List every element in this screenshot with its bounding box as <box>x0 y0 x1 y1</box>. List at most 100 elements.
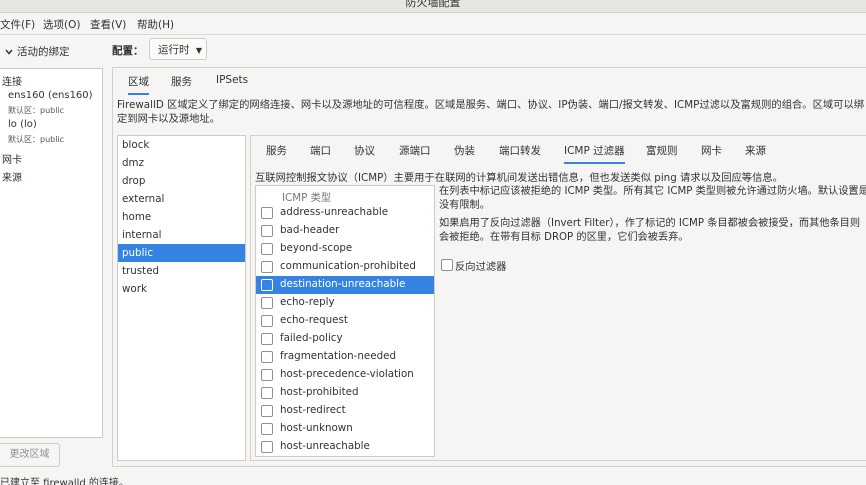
icmp-column-header[interactable]: ICMP 类型 <box>256 186 434 204</box>
icmp-checkbox[interactable] <box>261 351 273 363</box>
zone-detail-panel: 服务 端口 协议 源端口 伪装 端口转发 ICMP 过滤器 富规则 网卡 来源 … <box>250 135 866 461</box>
active-bindings-header[interactable]: 活动的绑定 <box>5 44 70 59</box>
binding-zone-ens160: 默认区：public <box>8 106 65 115</box>
zone-item-internal[interactable]: internal <box>118 226 245 244</box>
icmp-row-host-unreachable[interactable]: host-unreachable <box>256 438 434 456</box>
configuration-dropdown[interactable]: 运行时 ▼ <box>149 38 207 60</box>
zone-item-block[interactable]: block <box>118 136 245 154</box>
change-zone-button[interactable]: 更改区域 <box>0 443 60 467</box>
tab-zone-masquerade[interactable]: 伪装 <box>454 143 475 162</box>
tab-zone-port-forwarding[interactable]: 端口转发 <box>499 143 541 162</box>
icmp-column-header-label: ICMP 类型 <box>282 192 332 204</box>
icmp-help-paragraph-1: 在列表中标记应该被拒绝的 ICMP 类型。所有其它 ICMP 类型则被允许通过防… <box>439 186 866 211</box>
icmp-row-host-redirect[interactable]: host-redirect <box>256 402 434 420</box>
active-bindings-panel: 活动的绑定 连接 ens160 (ens160) 默认区：public lo (… <box>0 36 107 441</box>
icmp-row-fragmentation-needed[interactable]: fragmentation-needed <box>256 348 434 366</box>
binding-connection-lo[interactable]: lo (lo) <box>8 119 37 130</box>
icmp-row-host-prohibited[interactable]: host-prohibited <box>256 384 434 402</box>
icmp-type-label: fragmentation-needed <box>280 350 396 362</box>
tab-zone-icmp-filter[interactable]: ICMP 过滤器 <box>564 143 625 164</box>
chevron-down-icon <box>5 49 13 55</box>
zone-item-public[interactable]: public <box>118 244 245 262</box>
zone-description: FirewallD 区域定义了绑定的网络连接、网卡以及源地址的可信程度。区域是服… <box>117 99 865 125</box>
main-panel: 区域 服务 IPSets FirewallD 区域定义了绑定的网络连接、网卡以及… <box>112 67 866 467</box>
tab-zone-source-ports[interactable]: 源端口 <box>399 143 431 162</box>
icmp-type-list: ICMP 类型 address-unreachable bad-header b… <box>255 185 435 457</box>
binding-zone-lo: 默认区：public <box>8 135 65 144</box>
tab-zones[interactable]: 区域 <box>128 74 149 95</box>
icmp-row-destination-unreachable[interactable]: destination-unreachable <box>256 276 434 294</box>
icmp-checkbox[interactable] <box>261 243 273 255</box>
icmp-checkbox[interactable] <box>261 297 273 309</box>
icmp-type-label: failed-policy <box>280 332 343 344</box>
binding-connection-ens160[interactable]: ens160 (ens160) <box>8 90 93 101</box>
dropdown-arrow-icon: ▼ <box>195 46 202 55</box>
active-bindings-title: 活动的绑定 <box>17 46 70 58</box>
icmp-row-address-unreachable[interactable]: address-unreachable <box>256 204 434 222</box>
icmp-type-label: host-precedence-violation <box>280 368 414 380</box>
tab-zone-interfaces[interactable]: 网卡 <box>701 143 722 162</box>
icmp-help-text: 在列表中标记应该被拒绝的 ICMP 类型。所有其它 ICMP 类型则被允许通过防… <box>439 185 866 245</box>
icmp-checkbox[interactable] <box>261 333 273 345</box>
bindings-list: 连接 ens160 (ens160) 默认区：public lo (lo) 默认… <box>0 68 103 438</box>
icmp-type-label: echo-request <box>280 314 348 326</box>
icmp-type-label: communication-prohibited <box>280 260 416 272</box>
menu-help[interactable]: 帮助(H) <box>137 17 174 32</box>
icmp-type-label: echo-reply <box>280 296 335 308</box>
icmp-checkbox[interactable] <box>261 315 273 327</box>
icmp-checkbox[interactable] <box>261 423 273 435</box>
icmp-checkbox[interactable] <box>261 279 273 291</box>
zone-item-home[interactable]: home <box>118 208 245 226</box>
title-bar: 防火墙配置 <box>0 0 866 13</box>
menu-view[interactable]: 查看(V) <box>90 17 126 32</box>
tab-zone-sources[interactable]: 来源 <box>745 143 766 162</box>
icmp-type-label: bad-header <box>280 224 340 236</box>
invert-filter-label: 反向过滤器 <box>455 261 507 273</box>
connections-label: 连接 <box>2 77 22 88</box>
icmp-row-host-unknown[interactable]: host-unknown <box>256 420 434 438</box>
icmp-type-label: destination-unreachable <box>280 278 406 290</box>
icmp-type-label: host-prohibited <box>280 386 359 398</box>
zone-list: block dmz drop external home internal pu… <box>117 135 246 461</box>
icmp-row-echo-reply[interactable]: echo-reply <box>256 294 434 312</box>
icmp-row-bad-header[interactable]: bad-header <box>256 222 434 240</box>
icmp-help-paragraph-2: 如果启用了反向过滤器（Invert Filter），作了标记的 ICMP 条目都… <box>439 218 861 243</box>
zone-item-work[interactable]: work <box>118 280 245 298</box>
icmp-checkbox[interactable] <box>261 405 273 417</box>
menu-options[interactable]: 选项(O) <box>43 17 80 32</box>
sources-label: 来源 <box>2 173 22 184</box>
tab-services[interactable]: 服务 <box>171 74 192 93</box>
configuration-value: 运行时 <box>158 44 190 56</box>
interfaces-label: 网卡 <box>2 155 22 166</box>
tab-zone-protocols[interactable]: 协议 <box>354 143 375 162</box>
icmp-checkbox[interactable] <box>261 369 273 381</box>
zone-item-drop[interactable]: drop <box>118 172 245 190</box>
icmp-type-label: beyond-scope <box>280 242 353 254</box>
zone-item-trusted[interactable]: trusted <box>118 262 245 280</box>
icmp-type-label: address-unreachable <box>280 206 389 218</box>
tab-zone-ports[interactable]: 端口 <box>310 143 331 162</box>
icmp-type-label: host-unknown <box>280 422 353 434</box>
icmp-checkbox[interactable] <box>261 225 273 237</box>
icmp-checkbox[interactable] <box>261 387 273 399</box>
invert-filter-checkbox[interactable] <box>441 259 453 271</box>
status-bar: 已建立至 firewalld 的连接。 <box>0 478 129 485</box>
icmp-row-failed-policy[interactable]: failed-policy <box>256 330 434 348</box>
icmp-row-beyond-scope[interactable]: beyond-scope <box>256 240 434 258</box>
icmp-row-echo-request[interactable]: echo-request <box>256 312 434 330</box>
icmp-type-label: host-redirect <box>280 404 346 416</box>
icmp-row-communication-prohibited[interactable]: communication-prohibited <box>256 258 434 276</box>
zone-item-external[interactable]: external <box>118 190 245 208</box>
menu-file[interactable]: 文件(F) <box>0 17 35 32</box>
icmp-checkbox[interactable] <box>261 207 273 219</box>
icmp-checkbox[interactable] <box>261 261 273 273</box>
tab-zone-services[interactable]: 服务 <box>266 143 287 162</box>
icmp-row-host-precedence-violation[interactable]: host-precedence-violation <box>256 366 434 384</box>
tab-zone-rich-rules[interactable]: 富规则 <box>646 143 678 162</box>
tab-ipsets[interactable]: IPSets <box>216 74 248 90</box>
configuration-label: 配置： <box>112 45 144 57</box>
icmp-checkbox[interactable] <box>261 441 273 453</box>
icmp-description: 互联网控制报文协议（ICMP）主要用于在联网的计算机间发送出错信息，但也发送类似… <box>255 172 783 184</box>
zone-item-dmz[interactable]: dmz <box>118 154 245 172</box>
zone-tab-bar: 服务 端口 协议 源端口 伪装 端口转发 ICMP 过滤器 富规则 网卡 来源 <box>251 136 866 164</box>
